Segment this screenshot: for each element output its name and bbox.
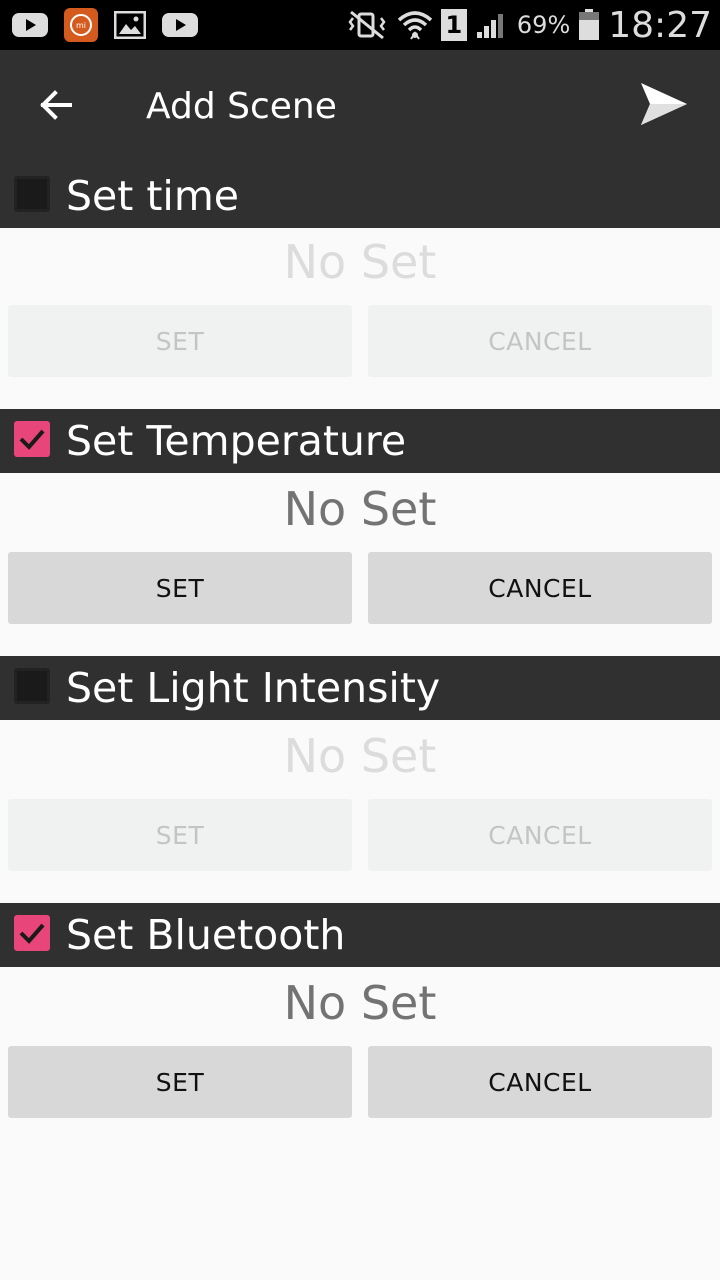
battery-icon bbox=[578, 9, 600, 41]
set-light-intensity-checkbox[interactable] bbox=[14, 668, 50, 704]
set-light-intensity-value: No Set bbox=[283, 729, 437, 783]
set-temperature-value: No Set bbox=[283, 482, 437, 536]
status-bar: mi 1 69% 18:27 bbox=[0, 0, 720, 50]
gallery-icon bbox=[114, 11, 146, 39]
signal-icon bbox=[475, 10, 509, 40]
set-bluetooth-cancel-button[interactable]: CANCEL bbox=[368, 1046, 712, 1118]
sim-icon: 1 bbox=[440, 9, 467, 41]
youtube-icon bbox=[162, 11, 198, 39]
set-light-intensity-cancel-button[interactable]: CANCEL bbox=[368, 799, 712, 871]
set-time-header[interactable]: Set time bbox=[0, 164, 720, 228]
send-button[interactable] bbox=[634, 76, 694, 136]
set-bluetooth-label: Set Bluetooth bbox=[66, 911, 346, 959]
set-light-intensity-set-button[interactable]: SET bbox=[8, 799, 352, 871]
vibrate-muted-icon bbox=[345, 10, 389, 40]
mi-app-icon: mi bbox=[64, 8, 98, 42]
battery-percent: 69% bbox=[516, 11, 571, 39]
send-icon bbox=[639, 81, 689, 131]
set-temperature-set-button[interactable]: SET bbox=[8, 552, 352, 624]
notification-icons: mi bbox=[12, 8, 214, 42]
set-bluetooth-set-button[interactable]: SET bbox=[8, 1046, 352, 1118]
set-time-label: Set time bbox=[66, 172, 239, 220]
set-bluetooth-value: No Set bbox=[283, 976, 437, 1030]
set-light-intensity-label: Set Light Intensity bbox=[66, 664, 441, 712]
set-time-cancel-button[interactable]: CANCEL bbox=[368, 305, 712, 377]
set-temperature-checkbox[interactable] bbox=[14, 421, 50, 457]
set-bluetooth-header[interactable]: Set Bluetooth bbox=[0, 903, 720, 967]
set-time-value: No Set bbox=[283, 235, 437, 289]
set-time-set-button[interactable]: SET bbox=[8, 305, 352, 377]
set-light-intensity-header[interactable]: Set Light Intensity bbox=[0, 656, 720, 720]
set-temperature-cancel-button[interactable]: CANCEL bbox=[368, 552, 712, 624]
checkmark-icon bbox=[19, 429, 45, 450]
clock: 18:27 bbox=[608, 4, 712, 46]
wifi-icon bbox=[397, 9, 433, 41]
youtube-icon bbox=[12, 11, 48, 39]
set-temperature-label: Set Temperature bbox=[66, 417, 407, 465]
arrow-left-icon bbox=[38, 89, 74, 125]
app-toolbar: Add Scene bbox=[0, 50, 720, 164]
page-title: Add Scene bbox=[146, 86, 337, 127]
system-icons: 1 69% 18:27 bbox=[337, 0, 712, 50]
checkmark-icon bbox=[19, 923, 45, 944]
set-bluetooth-checkbox[interactable] bbox=[14, 915, 50, 951]
set-time-checkbox[interactable] bbox=[14, 176, 50, 212]
set-temperature-header[interactable]: Set Temperature bbox=[0, 409, 720, 473]
back-button[interactable] bbox=[28, 74, 84, 140]
